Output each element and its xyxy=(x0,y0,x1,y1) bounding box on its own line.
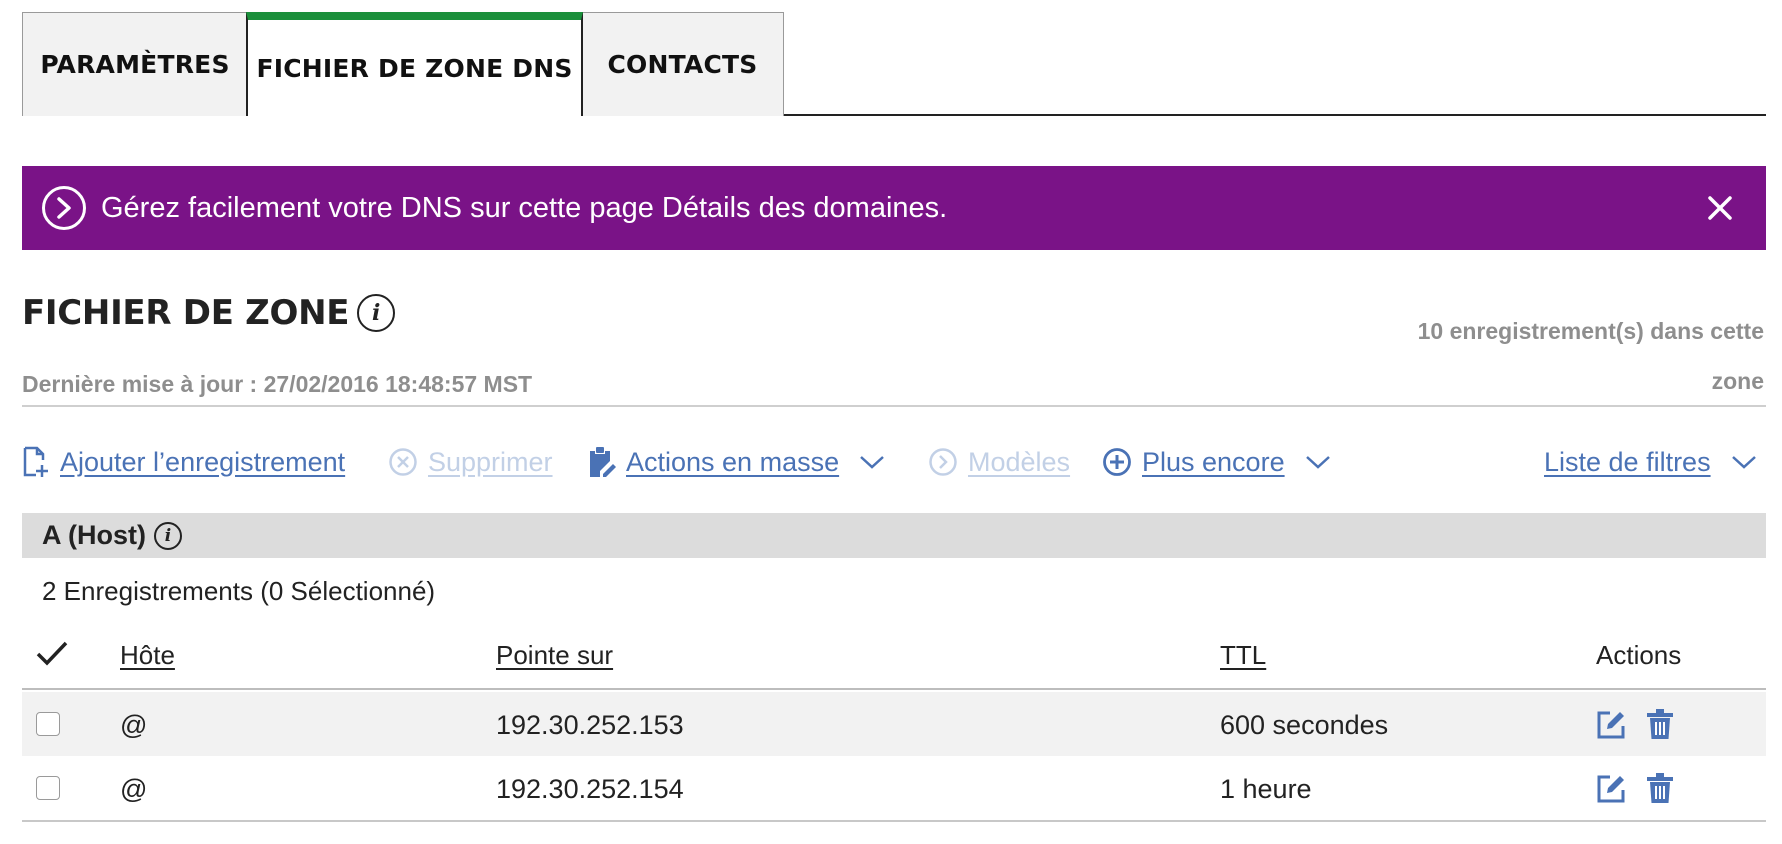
templates-label: Modèles xyxy=(968,446,1071,477)
info-icon[interactable]: i xyxy=(357,294,396,332)
tab-dns-zone-file-label: FICHIER DE ZONE DNS xyxy=(256,53,573,83)
selection-count: 2 Enregistrements (0 Sélectionné) xyxy=(42,576,436,606)
plus-circle-icon xyxy=(1103,448,1131,476)
chevron-right-circle-icon xyxy=(42,186,86,230)
clipboard-edit-icon xyxy=(590,447,616,477)
chevron-down-icon xyxy=(860,456,884,469)
table-header: Hôte Pointe sur TTL Actions xyxy=(22,632,1766,690)
table-row: @ 192.30.252.154 1 heure xyxy=(22,756,1766,822)
info-icon[interactable]: i xyxy=(153,521,182,550)
column-actions: Actions xyxy=(1596,640,1682,670)
add-record-button[interactable]: Ajouter l’enregistrement xyxy=(22,440,345,484)
cell-host: @ xyxy=(120,774,148,804)
info-banner: Gérez facilement votre DNS sur cette pag… xyxy=(22,166,1766,250)
row-checkbox[interactable] xyxy=(36,776,60,800)
table-row: @ 192.30.252.153 600 secondes xyxy=(22,692,1766,756)
more-dropdown[interactable]: Plus encore xyxy=(1102,440,1331,484)
tab-parametres[interactable]: PARAMÈTRES xyxy=(22,12,248,116)
cell-ttl: 1 heure xyxy=(1220,774,1312,804)
add-document-icon xyxy=(23,446,48,477)
delete-label: Supprimer xyxy=(428,446,553,477)
divider xyxy=(22,405,1766,407)
trash-icon[interactable] xyxy=(1644,708,1676,740)
cell-points-to: 192.30.252.153 xyxy=(496,710,684,740)
cell-points-to: 192.30.252.154 xyxy=(496,774,684,804)
close-icon[interactable] xyxy=(1702,190,1738,226)
records-count-line1: 10 enregistrement(s) dans cette xyxy=(1417,318,1764,344)
more-label: Plus encore xyxy=(1142,446,1285,477)
bulk-actions-dropdown[interactable]: Actions en masse xyxy=(586,440,885,484)
select-all-check-icon[interactable] xyxy=(36,640,68,668)
section-title: A (Host) xyxy=(42,520,146,550)
tab-bar: PARAMÈTRES FICHIER DE ZONE DNS CONTACTS xyxy=(22,12,1766,118)
records-count: 10 enregistrement(s) dans cette zone xyxy=(1344,306,1764,406)
bulk-actions-label: Actions en masse xyxy=(626,446,840,477)
trash-icon[interactable] xyxy=(1644,772,1676,804)
edit-icon[interactable] xyxy=(1596,772,1628,804)
templates-button[interactable]: Modèles xyxy=(928,440,1070,484)
cell-ttl: 600 secondes xyxy=(1220,710,1389,740)
column-points-to[interactable]: Pointe sur xyxy=(496,640,613,671)
records-count-line2: zone xyxy=(1711,368,1764,394)
add-record-label: Ajouter l’enregistrement xyxy=(60,446,346,477)
delete-button[interactable]: Supprimer xyxy=(388,440,553,484)
chevron-down-icon xyxy=(1731,456,1756,469)
banner-message: Gérez facilement votre DNS sur cette pag… xyxy=(101,191,948,224)
chevron-right-circle-icon xyxy=(929,448,957,476)
zone-header: FICHIER DE ZONE i xyxy=(22,293,396,333)
page-title: FICHIER DE ZONE xyxy=(22,293,350,333)
column-host[interactable]: Hôte xyxy=(120,640,175,671)
section-header-a-host[interactable]: A (Host) i xyxy=(22,513,1766,558)
chevron-down-icon xyxy=(1305,456,1330,469)
filter-list-dropdown[interactable]: Liste de filtres xyxy=(1544,440,1757,484)
filter-list-label: Liste de filtres xyxy=(1544,446,1711,477)
edit-icon[interactable] xyxy=(1596,708,1628,740)
x-circle-icon xyxy=(389,448,417,476)
last-update: Dernière mise à jour : 27/02/2016 18:48:… xyxy=(22,371,533,397)
row-checkbox[interactable] xyxy=(36,712,60,736)
column-ttl[interactable]: TTL xyxy=(1220,640,1266,671)
tab-dns-zone-file[interactable]: FICHIER DE ZONE DNS xyxy=(246,12,583,118)
cell-host: @ xyxy=(120,710,148,740)
toolbar: Ajouter l’enregistrement Supprimer Actio… xyxy=(22,440,1766,484)
tab-contacts[interactable]: CONTACTS xyxy=(581,12,784,116)
